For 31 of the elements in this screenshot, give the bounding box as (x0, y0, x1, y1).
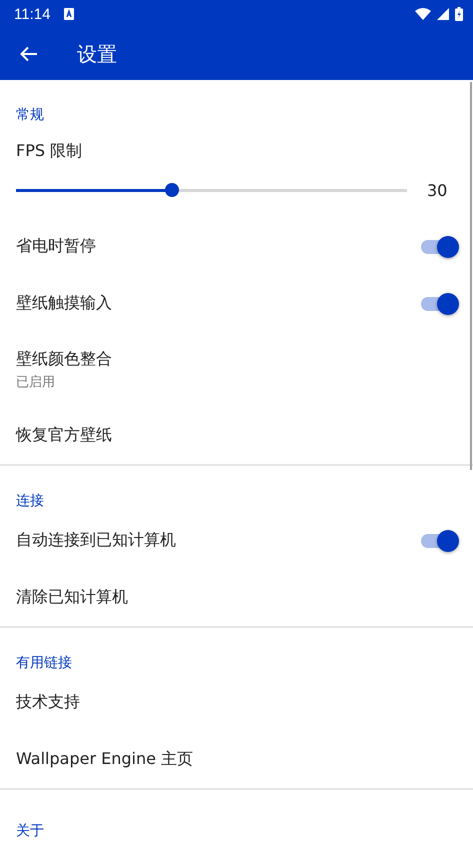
section-header: 常规 (16, 106, 44, 124)
back-icon[interactable] (20, 46, 38, 62)
setting-title: FPS 限制 (16, 141, 82, 162)
section-header: 关于 (16, 822, 44, 840)
notification-icon (64, 8, 74, 20)
setting-item[interactable]: 壁纸颜色整合 已启用 (0, 332, 473, 407)
setting-title: 恢复官方壁纸 (16, 425, 113, 446)
setting-item[interactable]: Wallpaper Engine 主页 (0, 731, 473, 788)
section-header: 有用链接 (16, 654, 72, 672)
setting-item[interactable]: 自动连接到已知计算机 (0, 512, 473, 569)
status-time: 11:14 (14, 6, 50, 22)
fps-slider[interactable] (16, 183, 407, 197)
setting-item[interactable]: 壁纸触摸输入 (0, 275, 473, 332)
setting-title: 技术支持 (16, 692, 81, 713)
slider-value: 30 (427, 180, 448, 200)
section-header: 连接 (16, 492, 44, 510)
setting-item[interactable]: 技术支持 (0, 674, 473, 731)
setting-item[interactable]: 恢复官方壁纸 (0, 407, 473, 464)
setting-item[interactable]: 清除已知计算机 (0, 569, 473, 626)
battery-icon (455, 7, 463, 21)
setting-title: 清除已知计算机 (16, 587, 129, 608)
setting-title: 壁纸触摸输入 (16, 293, 113, 314)
screen-title: 设置 (77, 40, 117, 68)
setting-title: Wallpaper Engine 主页 (16, 749, 194, 770)
setting-summary: 已启用 (16, 374, 56, 390)
setting-title: 省电时暂停 (16, 236, 97, 257)
setting-title: 壁纸颜色整合 (16, 348, 113, 370)
wifi-icon (415, 8, 431, 20)
signal-icon (437, 8, 449, 20)
setting-title: 自动连接到已知计算机 (16, 530, 177, 551)
setting-item[interactable]: 省电时暂停 (0, 218, 473, 275)
